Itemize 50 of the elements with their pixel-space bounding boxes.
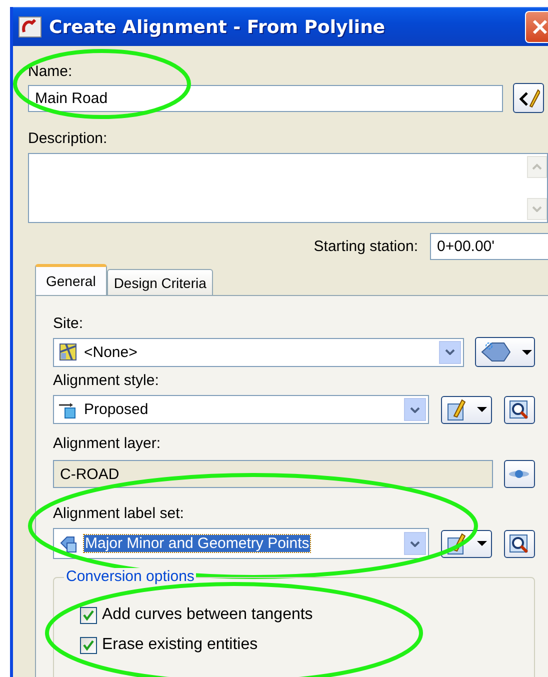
checkbox[interactable]: [80, 606, 97, 624]
tag-icon: [480, 340, 512, 364]
combo-value: Major Minor and Geometry Points: [84, 535, 310, 552]
field-label: Starting station:: [314, 238, 418, 255]
name-field[interactable]: Main Road: [28, 84, 503, 112]
field-label: Alignment style:: [53, 371, 160, 389]
angle-bracket-pencil-icon: [518, 87, 540, 109]
check-icon: [83, 610, 94, 620]
tab[interactable]: General: [35, 264, 107, 295]
starting-station-field[interactable]: 0+00.00': [430, 233, 548, 260]
group-title: Conversion options: [64, 568, 196, 585]
dropdown-button[interactable]: [404, 532, 426, 555]
field-label: Site:: [53, 314, 84, 332]
combo-value: <None>: [84, 344, 138, 360]
dropdown-field[interactable]: <None>: [53, 338, 464, 366]
map-icon: [58, 342, 78, 362]
close-icon: [532, 19, 548, 35]
dropdown-field[interactable]: Proposed: [53, 395, 429, 424]
field-label: Name:: [28, 62, 74, 80]
view-button[interactable]: [504, 530, 535, 558]
caret-down-icon: [476, 541, 487, 546]
tag-icon: [58, 534, 78, 554]
close-button[interactable]: [525, 11, 548, 43]
field-label: Alignment layer:: [53, 434, 162, 452]
dropdown-button[interactable]: [404, 398, 426, 421]
magnifier-icon: [509, 534, 530, 554]
edit-style-button[interactable]: [440, 396, 492, 424]
view-button[interactable]: [504, 396, 535, 424]
magnifier-icon: [509, 400, 530, 420]
field-label: Alignment label set:: [53, 504, 185, 522]
site-button[interactable]: [475, 337, 535, 367]
chevron-down-icon: [445, 349, 456, 355]
app-icon: [18, 16, 42, 38]
dropdown-button[interactable]: [439, 340, 462, 364]
checkbox[interactable]: [80, 636, 97, 654]
checkbox-label[interactable]: Add curves between tangents: [102, 606, 313, 624]
layer-button[interactable]: [504, 460, 535, 488]
caret-down-icon: [476, 407, 487, 412]
chevron-down-icon: [410, 540, 420, 546]
combo-value: Proposed: [84, 401, 148, 418]
edit-name-button[interactable]: [513, 83, 544, 113]
checkbox-label[interactable]: Erase existing entities: [102, 636, 258, 654]
window-title: Create Alignment - From Polyline: [49, 16, 386, 38]
chevron-down-icon: [532, 206, 542, 212]
chevron-down-icon: [410, 406, 420, 412]
dropdown-field[interactable]: Major Minor and Geometry Points: [53, 528, 429, 559]
caret-down-icon: [522, 350, 532, 354]
tab[interactable]: Design Criteria: [106, 269, 214, 295]
field-label: Description:: [28, 129, 108, 147]
check-icon: [83, 640, 94, 650]
